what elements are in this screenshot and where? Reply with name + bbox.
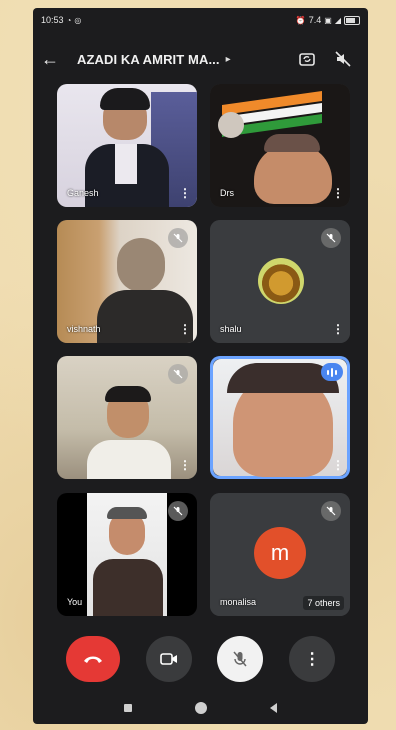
home-icon[interactable] — [194, 702, 207, 714]
participant-tile[interactable]: ⋮ — [57, 356, 197, 479]
end-call-button[interactable] — [65, 636, 120, 682]
end-call-icon — [83, 656, 102, 663]
mic-off-icon — [321, 228, 341, 248]
participant-name: Ganesh — [67, 188, 99, 198]
back-arrow-icon[interactable]: ← — [33, 50, 67, 68]
meeting-header: ← AZADI KA AMRIT MA... ▸ — [33, 38, 368, 80]
speaker-off-icon[interactable] — [332, 48, 354, 70]
avatar: m — [254, 527, 306, 579]
mic-off-icon — [168, 364, 188, 384]
participant-name: monalisa — [220, 597, 257, 607]
participant-tile[interactable]: shalu ⋮ — [210, 220, 350, 343]
participant-name: shalu — [220, 324, 242, 334]
more-vertical-icon: ⋮ — [304, 651, 321, 668]
mic-off-icon — [233, 651, 247, 667]
participant-name: Drs — [220, 188, 234, 198]
call-controls: ⋮ — [33, 634, 368, 684]
network-speed: 7.4 — [308, 15, 322, 25]
signal-activity-icon: ◔ — [66, 15, 72, 25]
mic-off-icon — [321, 501, 341, 521]
more-vertical-icon[interactable]: ⋮ — [332, 323, 344, 335]
back-triangle-icon[interactable] — [269, 703, 277, 713]
others-count: 7 others — [303, 596, 344, 610]
volte-icon: ▣ — [324, 15, 332, 25]
signal-icon: ◢ — [334, 15, 341, 25]
avatar — [258, 258, 304, 304]
switch-camera-icon[interactable] — [296, 48, 318, 70]
participant-tile[interactable]: Drs ⋮ — [210, 84, 350, 207]
meeting-title[interactable]: AZADI KA AMRIT MA... — [77, 52, 220, 67]
more-options-button[interactable]: ⋮ — [289, 636, 336, 682]
others-tile[interactable]: m monalisa 7 others — [210, 493, 350, 616]
self-video — [87, 493, 167, 616]
mic-button[interactable] — [217, 636, 264, 682]
system-nav-bar — [33, 692, 368, 724]
more-vertical-icon[interactable]: ⋮ — [179, 187, 191, 199]
whatsapp-icon: ◎ — [74, 15, 82, 25]
mic-off-icon — [168, 501, 188, 521]
status-bar: 10:53 ◔ ◎ ⏰ 7.4 ▣ ◢ — [33, 8, 368, 32]
self-view-tile[interactable]: You — [57, 493, 197, 616]
clock: 10:53 — [41, 15, 64, 25]
phone-screen: 10:53 ◔ ◎ ⏰ 7.4 ▣ ◢ ← AZADI KA AMRIT MA.… — [33, 8, 368, 724]
more-vertical-icon[interactable]: ⋮ — [179, 459, 191, 471]
camera-icon — [159, 653, 177, 665]
mic-off-icon — [168, 228, 188, 248]
participant-tile[interactable]: vishnath ⋮ — [57, 220, 197, 343]
participant-tile[interactable]: Ganesh ⋮ — [57, 84, 197, 207]
more-vertical-icon[interactable]: ⋮ — [332, 187, 344, 199]
chevron-right-icon[interactable]: ▸ — [226, 54, 231, 65]
self-name: You — [67, 597, 83, 607]
battery-icon — [344, 15, 360, 25]
recent-apps-icon[interactable] — [124, 704, 133, 712]
alarm-icon: ⏰ — [295, 15, 306, 25]
speaking-indicator-icon — [321, 363, 343, 381]
participant-tile[interactable]: ⋮ — [210, 356, 350, 479]
camera-button[interactable] — [145, 636, 192, 682]
participant-name: vishnath — [67, 324, 101, 334]
more-vertical-icon[interactable]: ⋮ — [332, 459, 344, 471]
more-vertical-icon[interactable]: ⋮ — [179, 323, 191, 335]
